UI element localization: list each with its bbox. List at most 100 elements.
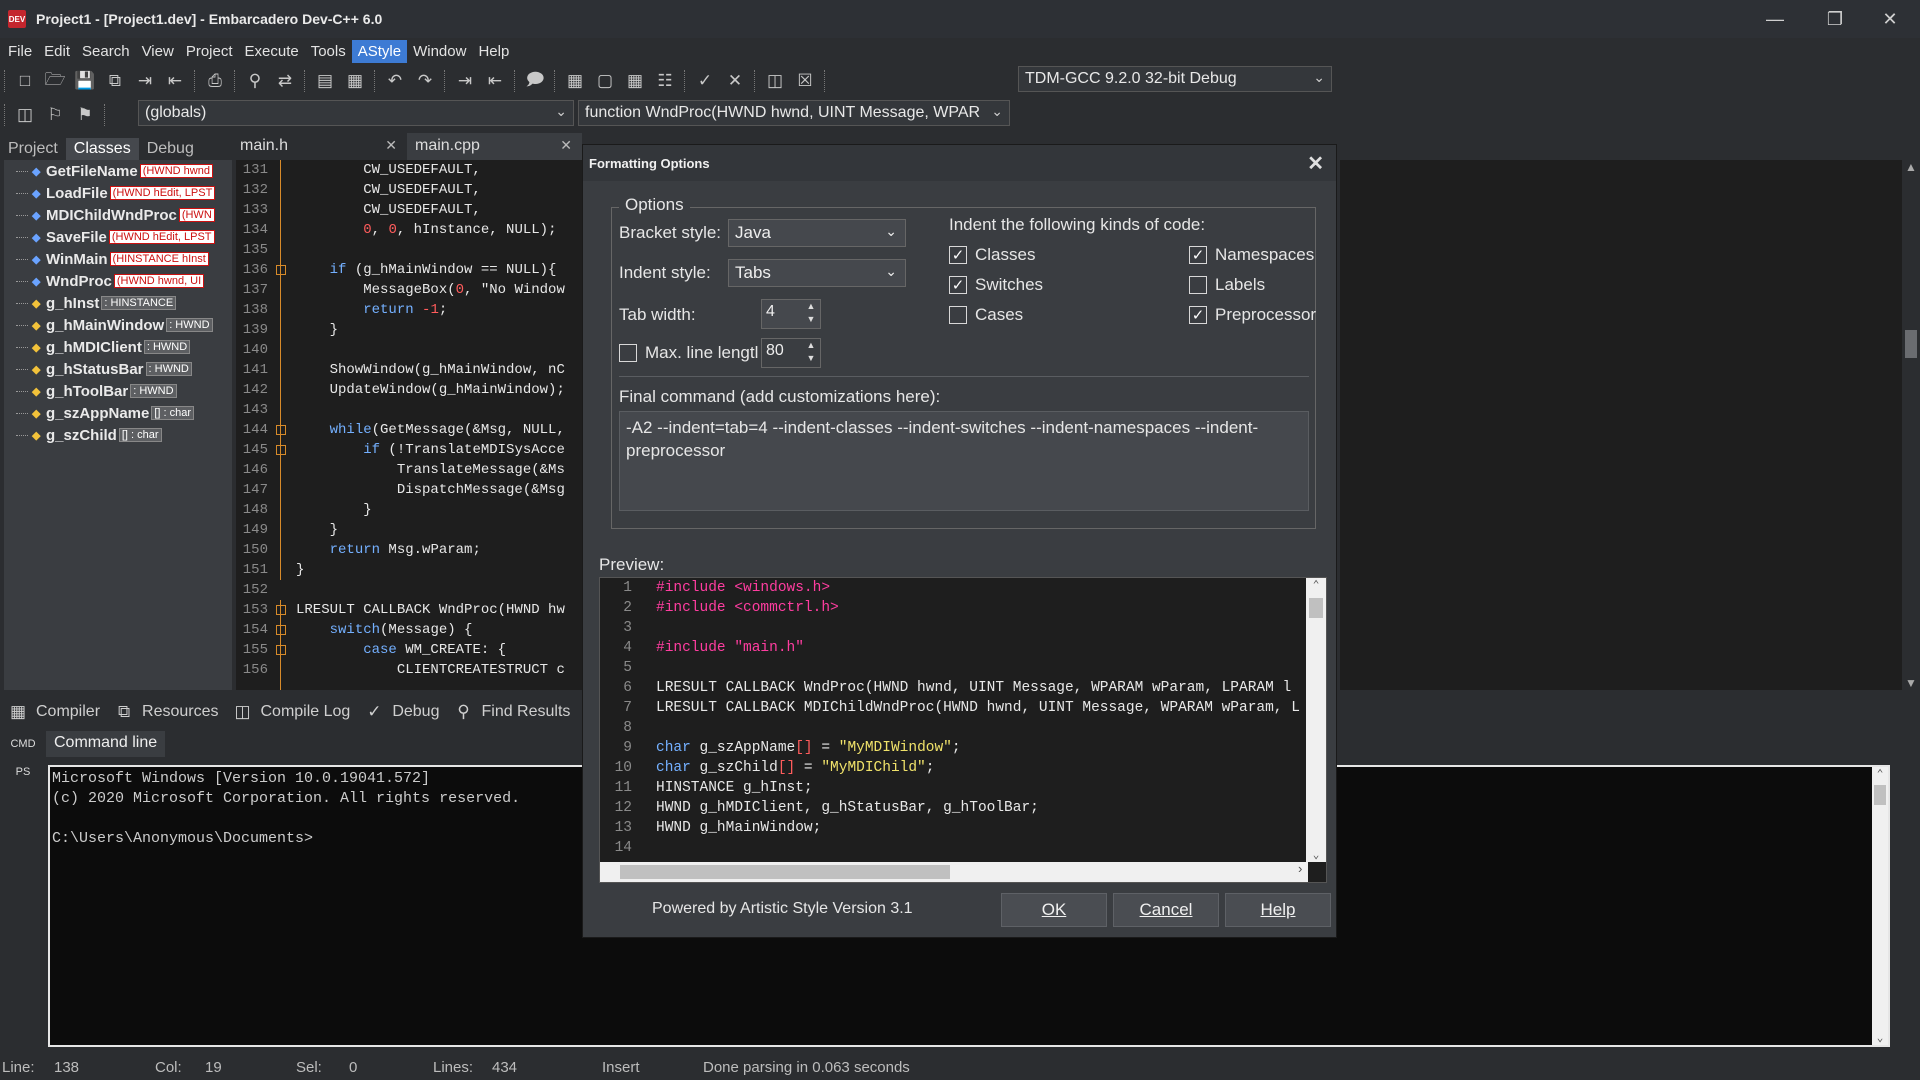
scroll-down-icon[interactable]: ▼ [1902, 676, 1920, 690]
replace-icon[interactable]: ⇄ [270, 66, 300, 96]
scroll-up-icon[interactable]: ⌃ [1306, 578, 1326, 592]
final-command-field[interactable]: -A2 --indent=tab=4 --indent-classes --in… [619, 411, 1309, 511]
tab-compiler[interactable]: ▦ Compiler [6, 701, 100, 723]
class-tree-item[interactable]: ◆ MDIChildWndProc (HWN [4, 204, 232, 226]
shell-cmd[interactable]: CMD [0, 730, 46, 758]
class-tree-item[interactable]: ◆ g_hStatusBar: HWND [4, 358, 232, 380]
spin-up-icon[interactable]: ▲ [804, 340, 818, 353]
checkbox-namespaces[interactable]: ✓ Namespaces [1189, 245, 1314, 265]
spin-down-icon[interactable]: ▼ [804, 353, 818, 366]
max-line-length-spinner[interactable]: 80 ▲ ▼ [761, 338, 821, 368]
tab-main-h[interactable]: main.h ✕ [232, 133, 407, 160]
checkbox-classes[interactable]: ✓ Classes [949, 245, 1035, 265]
scroll-thumb[interactable] [1905, 330, 1917, 358]
scroll-up-icon[interactable]: ▲ [1902, 160, 1920, 174]
fold-marker[interactable] [276, 265, 286, 275]
cancel-button[interactable]: Cancel [1113, 893, 1219, 927]
tab-width-spinner[interactable]: 4 ▲ ▼ [761, 299, 821, 329]
console-scrollbar[interactable]: ⌃ ⌄ [1872, 767, 1888, 1045]
menu-help[interactable]: Help [472, 40, 515, 63]
class-tree-item[interactable]: ◆ g_szAppName[] : char [4, 402, 232, 424]
class-tree-item[interactable]: ◆ g_hToolBar: HWND [4, 380, 232, 402]
indent-style-select[interactable]: Tabs ⌄ [728, 259, 906, 287]
unindent-icon[interactable]: ⇤ [480, 66, 510, 96]
compiler-select[interactable]: TDM-GCC 9.2.0 32-bit Debug ⌄ [1018, 66, 1332, 92]
spin-down-icon[interactable]: ▼ [804, 314, 818, 327]
class-tree-item[interactable]: ◆ g_szChild[] : char [4, 424, 232, 446]
menu-tools[interactable]: Tools [305, 40, 352, 63]
tab-resources[interactable]: ⧉ Resources [112, 701, 219, 723]
class-tree-item[interactable]: ◆ SaveFile (HWND hEdit, LPST [4, 226, 232, 248]
fold-marker[interactable] [276, 605, 286, 615]
restore-icon[interactable]: ❐ [1805, 0, 1865, 38]
max-line-length-checkbox[interactable]: Max. line lengtl [619, 343, 758, 363]
compile-run-icon[interactable]: ▦ [620, 66, 650, 96]
checkbox-preprocessor[interactable]: ✓ Preprocessor [1189, 305, 1316, 325]
tab-project[interactable]: Project [0, 138, 66, 160]
profile-icon[interactable]: ◫ [760, 66, 790, 96]
class-tree-item[interactable]: ◆ WndProc (HWND hwnd, UI [4, 270, 232, 292]
toggle-bookmark-icon[interactable]: ⚐ [40, 100, 70, 130]
tab-debug[interactable]: Debug [139, 138, 202, 160]
close-icon[interactable]: ✕ [385, 137, 397, 154]
preview-pane[interactable]: 1 #include <windows.h> 2 #include <commctrl… [599, 577, 1327, 883]
find-icon[interactable]: ⚲ [240, 66, 270, 96]
preview-horizontal-scrollbar[interactable]: › [600, 862, 1308, 882]
minimize-icon[interactable]: — [1745, 0, 1805, 38]
close-icon[interactable]: ✕ [1860, 0, 1920, 38]
menu-project[interactable]: Project [180, 40, 239, 63]
ok-button[interactable]: OK [1001, 893, 1107, 927]
run-icon[interactable]: ▢ [590, 66, 620, 96]
menu-file[interactable]: File [2, 40, 38, 63]
undo-icon[interactable]: ↶ [380, 66, 410, 96]
insert-icon[interactable]: ◫ [10, 100, 40, 130]
menu-astyle[interactable]: AStyle [351, 39, 408, 63]
redo-icon[interactable]: ↷ [410, 66, 440, 96]
class-tree-item[interactable]: ◆ g_hMainWindow: HWND [4, 314, 232, 336]
scroll-up-icon[interactable]: ⌃ [1872, 767, 1888, 781]
fold-marker[interactable] [276, 445, 286, 455]
scroll-down-icon[interactable]: ⌄ [1306, 848, 1326, 862]
close-icon[interactable]: ✕ [560, 137, 572, 154]
save-icon[interactable]: 💾 [70, 66, 100, 96]
comment-icon[interactable]: 🗩 [520, 66, 550, 96]
scroll-right-icon[interactable]: › [1296, 862, 1304, 877]
save-all-icon[interactable]: ⧉ [100, 66, 130, 96]
fold-marker[interactable] [276, 625, 286, 635]
class-tree-item[interactable]: ◆ WinMain (HINSTANCE hInst [4, 248, 232, 270]
scope-select[interactable]: (globals) ⌄ [138, 100, 574, 126]
spin-up-icon[interactable]: ▲ [804, 301, 818, 314]
scroll-thumb[interactable] [1874, 785, 1886, 805]
tab-debug-output[interactable]: ✓ Debug [362, 701, 439, 723]
rebuild-icon[interactable]: ☷ [650, 66, 680, 96]
compile-icon[interactable]: ▦ [560, 66, 590, 96]
new-file-icon[interactable]: □ [10, 66, 40, 96]
class-tree-item[interactable]: ◆ g_hInst: HINSTANCE [4, 292, 232, 314]
close-icon[interactable]: ✕ [1307, 151, 1324, 176]
syntax-check-icon[interactable]: ✓ [690, 66, 720, 96]
menu-view[interactable]: View [136, 40, 180, 63]
close-file-icon[interactable]: ⇥ [130, 66, 160, 96]
class-tree-item[interactable]: ◆ GetFileName (HWND hwnd [4, 160, 232, 182]
bookmark-icon[interactable]: ▦ [340, 66, 370, 96]
help-button[interactable]: Help [1225, 893, 1331, 927]
close-all-icon[interactable]: ⇤ [160, 66, 190, 96]
editor-scrollbar[interactable]: ▲ ▼ [1902, 160, 1920, 690]
menu-search[interactable]: Search [76, 40, 136, 63]
editor-area-right[interactable] [1340, 160, 1902, 690]
code-editor[interactable]: 131 CW_USEDEFAULT, 132 CW_USEDEFAULT, 133 … [236, 160, 586, 690]
shell-ps[interactable]: PS [0, 758, 46, 786]
tab-compile-log[interactable]: ◫ Compile Log [231, 701, 350, 723]
checkbox-switches[interactable]: ✓ Switches [949, 275, 1043, 295]
indent-icon[interactable]: ⇥ [450, 66, 480, 96]
checkbox-labels[interactable]: Labels [1189, 275, 1265, 295]
fold-marker[interactable] [276, 645, 286, 655]
goto-line-icon[interactable]: ▤ [310, 66, 340, 96]
menu-execute[interactable]: Execute [239, 40, 305, 63]
preview-vertical-scrollbar[interactable]: ⌃ ⌄ [1306, 578, 1326, 862]
bracket-style-select[interactable]: Java ⌄ [728, 219, 906, 247]
class-tree-item[interactable]: ◆ g_hMDIClient: HWND [4, 336, 232, 358]
scroll-thumb[interactable] [620, 865, 950, 879]
class-tree-item[interactable]: ◆ LoadFile (HWND hEdit, LPST [4, 182, 232, 204]
open-folder-icon[interactable]: 🗁 [40, 66, 70, 96]
